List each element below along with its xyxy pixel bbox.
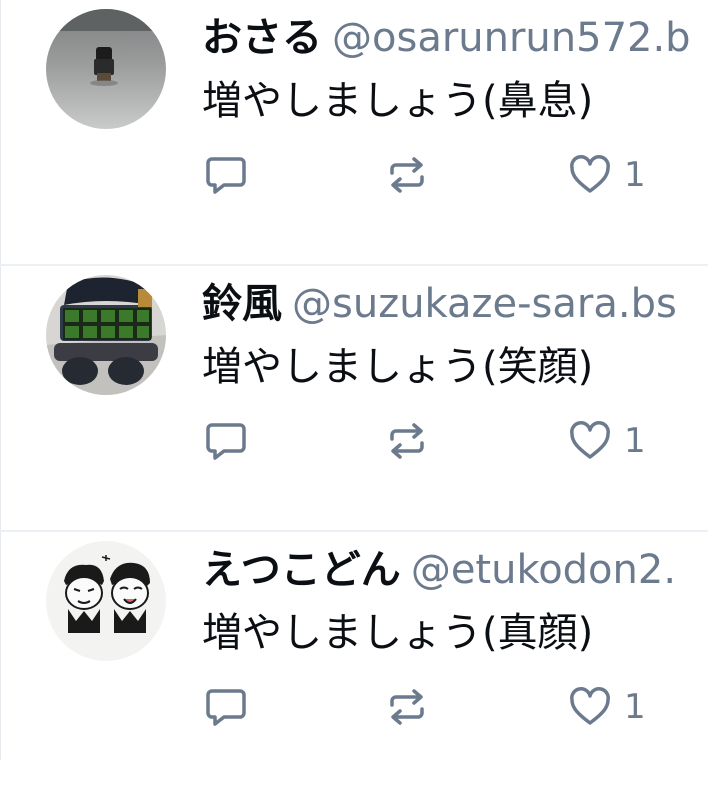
user-handle[interactable]: @osarunrun572.b [332, 15, 691, 61]
repost-button[interactable] [384, 150, 430, 200]
like-count: 1 [624, 155, 646, 195]
post-actions: 1 [200, 150, 700, 200]
display-name[interactable]: おさる [202, 15, 322, 61]
like-button[interactable]: 1 [568, 682, 646, 732]
repost-icon [390, 157, 424, 193]
post-header: おさる @osarunrun572.b [202, 14, 691, 62]
repost-icon [390, 689, 424, 725]
reply-icon [206, 157, 246, 194]
display-name[interactable]: 鈴風 [202, 281, 282, 327]
reply-button[interactable] [204, 682, 248, 732]
post-text: 増やしましょう(真顔) [202, 610, 594, 656]
display-name[interactable]: えつこどん [202, 547, 401, 593]
heart-icon [570, 155, 610, 193]
repost-icon [390, 423, 424, 459]
like-count: 1 [624, 421, 646, 461]
reply-icon [206, 423, 246, 460]
reply-button[interactable] [204, 416, 248, 466]
heart-icon [570, 687, 610, 725]
user-handle[interactable]: @etukodon2. [411, 547, 676, 593]
avatar[interactable] [46, 541, 166, 661]
reply-feed: おさる @osarunrun572.b 増やしましょう(鼻息) 1 鈴風 @su… [0, 0, 708, 798]
post-header: えつこどん @etukodon2. [202, 546, 676, 594]
repost-button[interactable] [384, 416, 430, 466]
avatar-photo-plush-icon [46, 275, 166, 395]
post-item[interactable]: えつこどん @etukodon2. 増やしましょう(真顔) 1 [0, 532, 708, 798]
like-button[interactable]: 1 [568, 416, 646, 466]
avatar[interactable] [46, 275, 166, 395]
avatar[interactable] [46, 9, 166, 129]
post-text: 増やしましょう(鼻息) [202, 78, 594, 124]
post-item[interactable]: おさる @osarunrun572.b 増やしましょう(鼻息) 1 [0, 0, 708, 266]
avatar-photo-figure-icon [46, 9, 166, 129]
reply-button[interactable] [204, 150, 248, 200]
post-header: 鈴風 @suzukaze-sara.bs [202, 280, 677, 328]
avatar-drawing-icon [46, 541, 166, 661]
reply-icon [206, 689, 246, 726]
post-actions: 1 [200, 682, 700, 732]
post-actions: 1 [200, 416, 700, 466]
like-count: 1 [624, 687, 646, 727]
heart-icon [570, 421, 610, 459]
post-text: 増やしましょう(笑顔) [202, 344, 594, 390]
repost-button[interactable] [384, 682, 430, 732]
like-button[interactable]: 1 [568, 150, 646, 200]
post-item[interactable]: 鈴風 @suzukaze-sara.bs 増やしましょう(笑顔) 1 [0, 266, 708, 532]
user-handle[interactable]: @suzukaze-sara.bs [292, 281, 677, 327]
